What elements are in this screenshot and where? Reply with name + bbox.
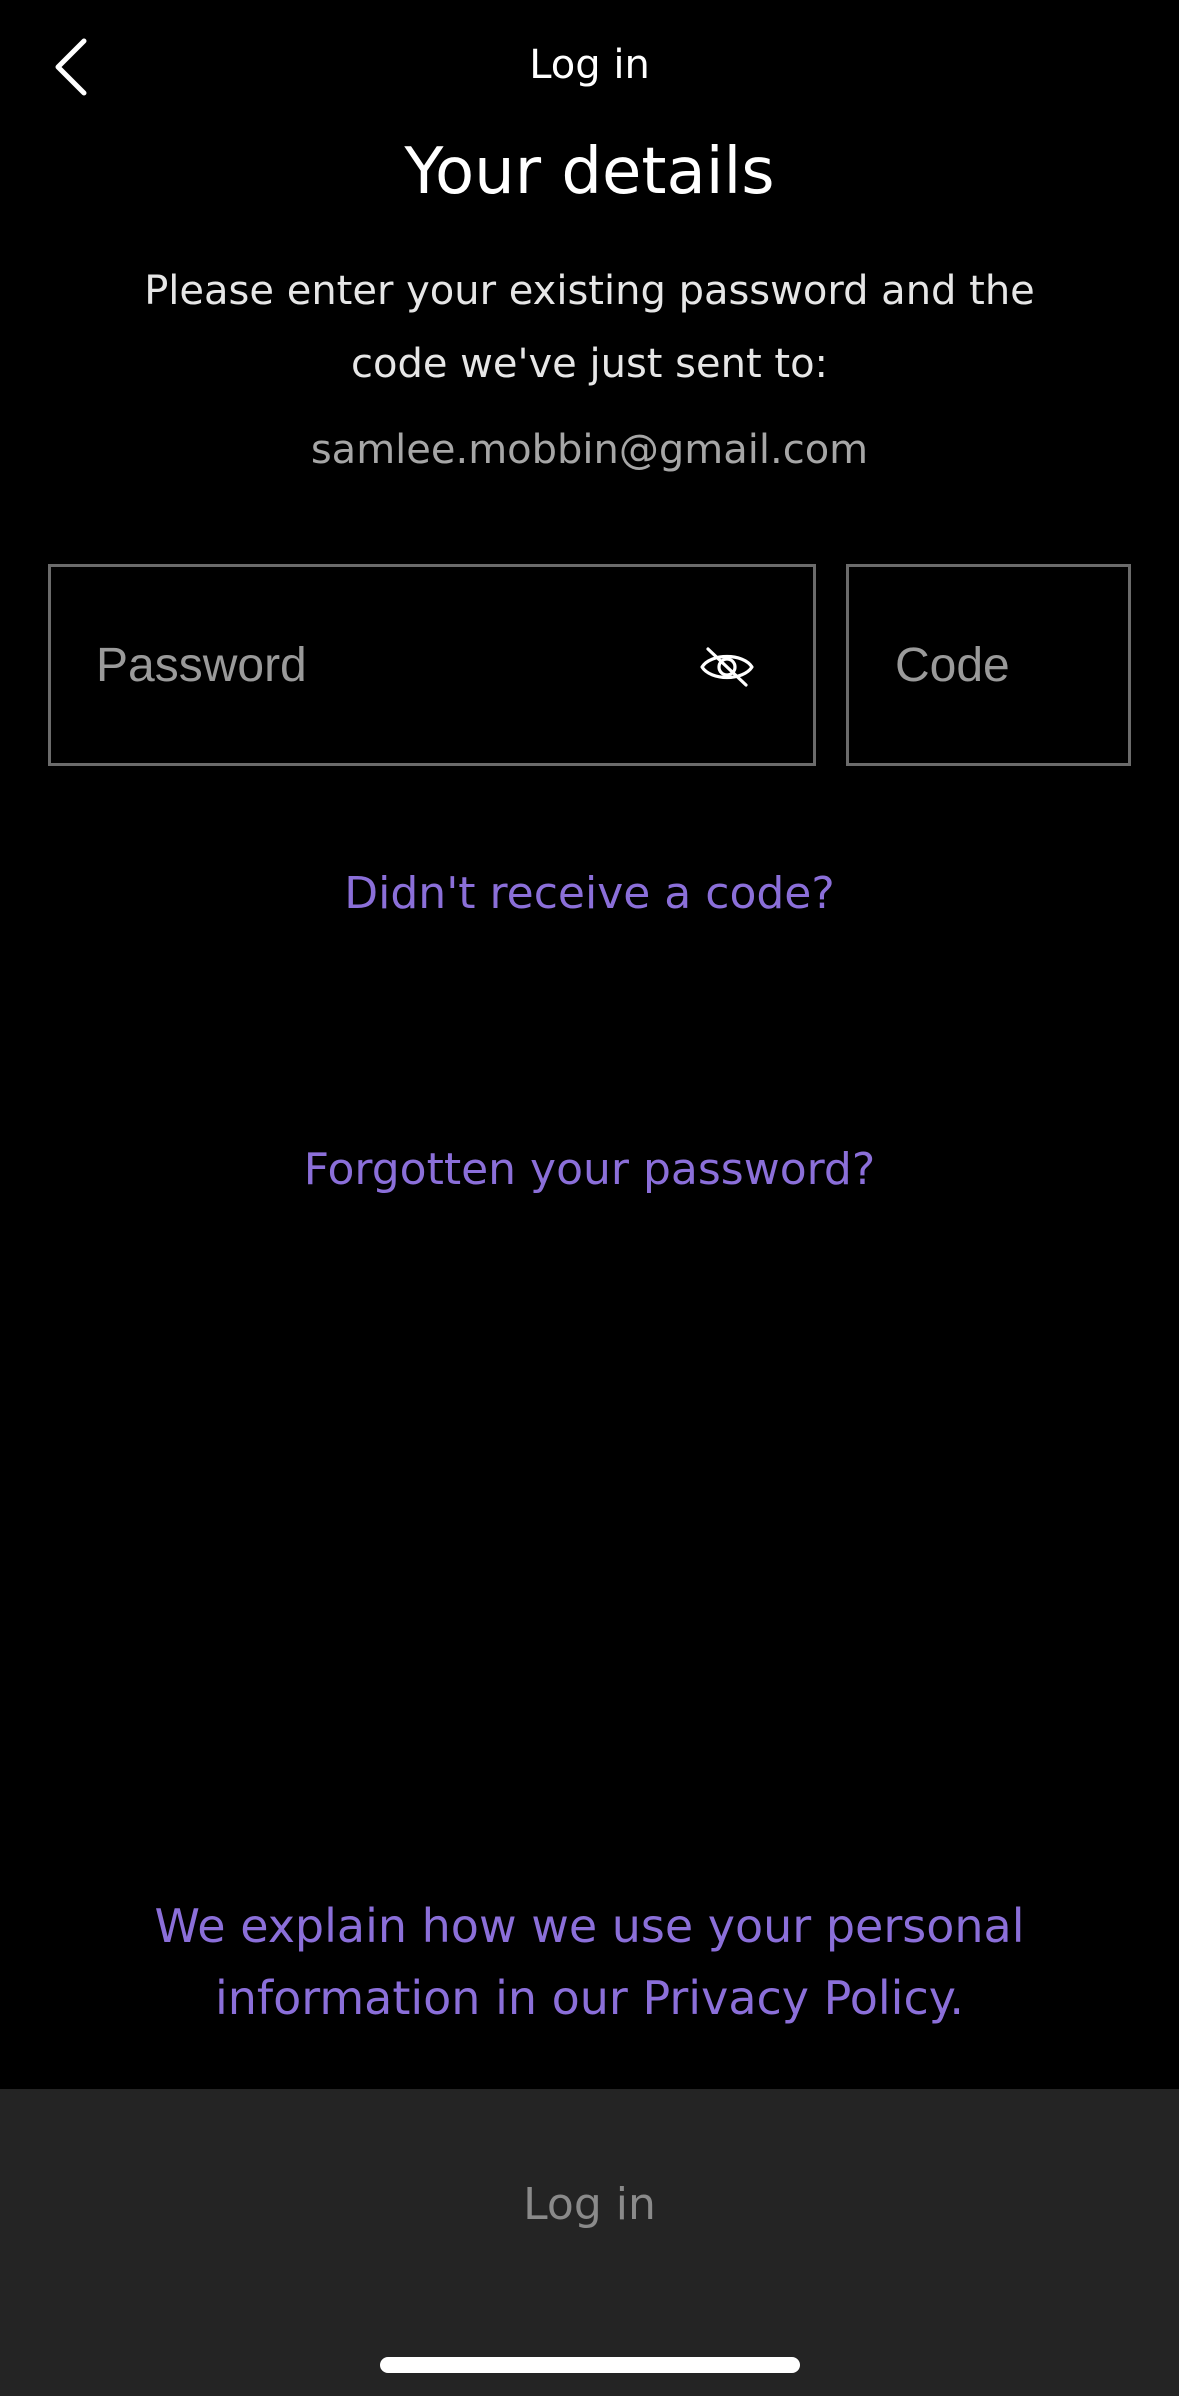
nav-title: Log in <box>529 42 650 88</box>
password-visibility-toggle[interactable] <box>687 629 767 705</box>
resend-code-link[interactable]: Didn't receive a code? <box>0 868 1179 919</box>
home-indicator <box>380 2357 800 2373</box>
footer-bar: Log in <box>0 2089 1179 2396</box>
email-address: samlee.mobbin@gmail.com <box>310 427 869 473</box>
page-title: Your details <box>404 135 775 209</box>
forgot-password-link[interactable]: Forgotten your password? <box>0 1144 1179 1195</box>
instructions-text: Please enter your existing password and … <box>144 268 1035 387</box>
password-field-container <box>48 564 816 766</box>
eye-off-icon <box>700 647 754 687</box>
password-input[interactable] <box>51 567 671 763</box>
navigation-bar: Log in <box>0 0 1179 140</box>
code-input[interactable] <box>849 567 1128 763</box>
login-button[interactable]: Log in <box>0 2089 1179 2319</box>
code-field-container <box>846 564 1131 766</box>
privacy-policy-link[interactable]: We explain how we use your personal info… <box>130 1890 1049 2034</box>
